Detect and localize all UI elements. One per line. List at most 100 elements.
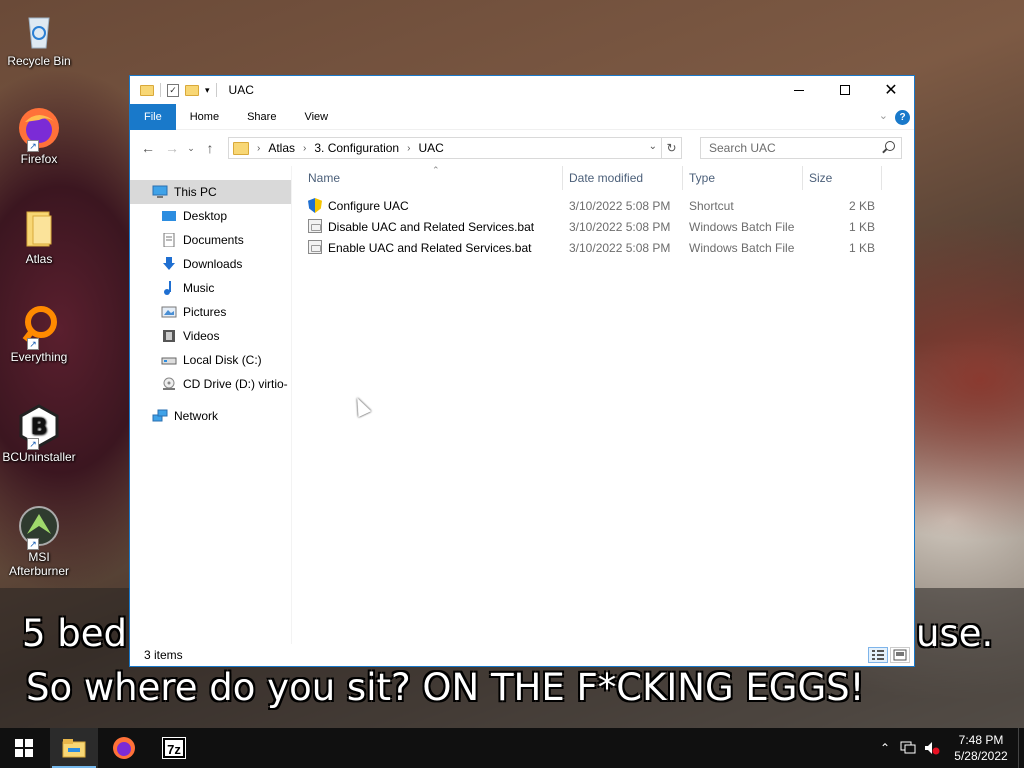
explorer-body: This PC Desktop Documents Downloads Musi…	[130, 165, 914, 644]
minimize-button[interactable]	[776, 76, 822, 104]
taskbar-firefox[interactable]	[100, 728, 148, 768]
divider	[160, 83, 161, 97]
refresh-icon[interactable]: ↻	[661, 138, 681, 158]
breadcrumb-item[interactable]: Atlas	[268, 141, 295, 155]
quick-access-toolbar: ✓ ▾ UAC	[130, 83, 254, 97]
desktop-icon-firefox[interactable]: ↗ Firefox	[2, 106, 76, 166]
desktop-icon-recycle-bin[interactable]: Recycle Bin	[2, 8, 76, 68]
shortcut-arrow-icon: ↗	[27, 338, 39, 350]
file-name: Enable UAC and Related Services.bat	[328, 241, 532, 255]
details-view-button[interactable]	[868, 647, 888, 663]
nav-item-label: Music	[183, 281, 215, 295]
nav-item-network[interactable]: Network	[130, 404, 291, 428]
up-button[interactable]: ↑	[198, 140, 222, 156]
customize-dropdown-icon[interactable]: ▾	[205, 85, 210, 96]
large-icons-view-button[interactable]	[890, 647, 910, 663]
cd-drive-icon	[161, 377, 177, 391]
column-header-size[interactable]: Size	[803, 166, 882, 190]
tab-file[interactable]: File	[130, 103, 176, 130]
firefox-icon	[113, 737, 135, 759]
table-row[interactable]: Disable UAC and Related Services.bat 3/1…	[302, 216, 875, 237]
table-row[interactable]: Configure UAC 3/10/2022 5:08 PM Shortcut…	[302, 195, 875, 216]
file-type: Windows Batch File	[689, 240, 795, 255]
column-header-label: Size	[809, 171, 833, 185]
close-button[interactable]: ✕	[868, 76, 914, 104]
folder-icon	[233, 141, 249, 155]
sort-ascending-icon: ⌃	[432, 165, 440, 175]
file-type: Shortcut	[689, 198, 734, 213]
file-name-cell: Disable UAC and Related Services.bat	[302, 219, 563, 234]
desktop-icon-msi-afterburner[interactable]: ↗ MSI Afterburner	[2, 504, 76, 578]
details-view-icon	[872, 650, 884, 660]
nav-item-documents[interactable]: Documents	[130, 228, 291, 252]
search-input[interactable]: Search UAC	[700, 137, 902, 159]
nav-item-label: Pictures	[183, 305, 227, 319]
navigation-bar: ← → ⌄ ↑ › Atlas › 3. Configuration › UAC…	[130, 130, 914, 166]
maximize-button[interactable]	[822, 76, 868, 104]
column-header-name[interactable]: ⌃ Name	[302, 165, 563, 190]
desktop-icon-atlas[interactable]: Atlas	[2, 206, 76, 266]
file-name-cell: Enable UAC and Related Services.bat	[302, 240, 563, 255]
network-status-icon[interactable]	[896, 741, 920, 755]
nav-item-desktop[interactable]: Desktop	[130, 204, 291, 228]
new-folder-icon[interactable]	[185, 84, 199, 96]
nav-item-this-pc[interactable]: This PC	[130, 180, 291, 204]
properties-icon[interactable]: ✓	[167, 83, 179, 97]
window-title: UAC	[228, 83, 254, 97]
file-name: Disable UAC and Related Services.bat	[328, 220, 535, 234]
nav-item-pictures[interactable]: Pictures	[130, 300, 291, 324]
desktop-icon-label: BCUninstaller	[2, 450, 76, 464]
tab-home[interactable]: Home	[176, 104, 233, 130]
nav-item-label: Desktop	[183, 209, 228, 223]
nav-item-label: This PC	[174, 185, 217, 199]
show-hidden-icons-chevron-icon[interactable]: ⌃	[874, 741, 896, 755]
back-button[interactable]: ←	[136, 140, 160, 156]
breadcrumb-item[interactable]: 3. Configuration	[314, 141, 399, 155]
file-size: 1 KB	[848, 240, 875, 255]
nav-item-local-disk[interactable]: Local Disk (C:)	[130, 348, 291, 372]
help-icon[interactable]: ?	[895, 110, 910, 125]
column-header-label: Type	[689, 171, 716, 185]
file-name: Configure UAC	[328, 199, 409, 213]
desktop-icon-bcuninstaller[interactable]: B ↗ BCUninstaller	[2, 404, 76, 464]
file-explorer-window: ✓ ▾ UAC ✕ File Home Share View ⌄ ? ← → ⌄…	[129, 75, 915, 667]
tab-share[interactable]: Share	[233, 104, 290, 130]
volume-muted-icon[interactable]	[920, 741, 944, 755]
computer-icon	[152, 185, 168, 199]
chevron-right-icon[interactable]: ›	[407, 143, 410, 154]
tab-view[interactable]: View	[290, 104, 342, 130]
taskbar-file-explorer[interactable]	[50, 728, 98, 768]
item-count: 3 items	[144, 648, 183, 662]
file-explorer-icon	[62, 739, 86, 758]
breadcrumb-item[interactable]: UAC	[418, 141, 443, 155]
nav-item-label: Network	[174, 409, 219, 423]
nav-item-videos[interactable]: Videos	[130, 324, 291, 348]
desktop-icon-label: Firefox	[20, 152, 58, 166]
chevron-right-icon: ›	[257, 142, 261, 154]
expand-ribbon-icon[interactable]: ⌄	[879, 109, 888, 122]
chevron-right-icon[interactable]: ›	[303, 143, 306, 154]
maximize-icon	[840, 85, 850, 95]
address-history-dropdown-icon[interactable]: ⌄	[649, 141, 657, 152]
windows-logo-icon	[15, 739, 33, 757]
nav-item-music[interactable]: Music	[130, 276, 291, 300]
desktop-icon-everything[interactable]: ↗ Everything	[2, 304, 76, 364]
batch-file-icon	[308, 219, 322, 233]
start-button[interactable]	[0, 728, 48, 768]
table-row[interactable]: Enable UAC and Related Services.bat 3/10…	[302, 237, 875, 258]
forward-button[interactable]: →	[160, 140, 184, 156]
address-bar[interactable]: › Atlas › 3. Configuration › UAC ⌄ ↻	[228, 137, 682, 159]
file-type: Windows Batch File	[689, 219, 795, 234]
nav-item-cd-drive[interactable]: CD Drive (D:) virtio-	[130, 372, 291, 396]
recent-locations-icon[interactable]: ⌄	[184, 143, 198, 154]
nav-item-label: Local Disk (C:)	[183, 353, 262, 367]
clock[interactable]: 7:48 PM 5/28/2022	[944, 732, 1018, 764]
column-header-date[interactable]: Date modified	[563, 166, 683, 190]
shortcut-arrow-icon: ↗	[27, 438, 39, 450]
taskbar-7zip[interactable]: 7z	[150, 728, 198, 768]
nav-item-downloads[interactable]: Downloads	[130, 252, 291, 276]
column-header-type[interactable]: Type	[683, 166, 803, 190]
minimize-icon	[794, 89, 804, 91]
show-desktop-button[interactable]	[1018, 728, 1024, 768]
shortcut-arrow-icon: ↗	[27, 538, 39, 550]
